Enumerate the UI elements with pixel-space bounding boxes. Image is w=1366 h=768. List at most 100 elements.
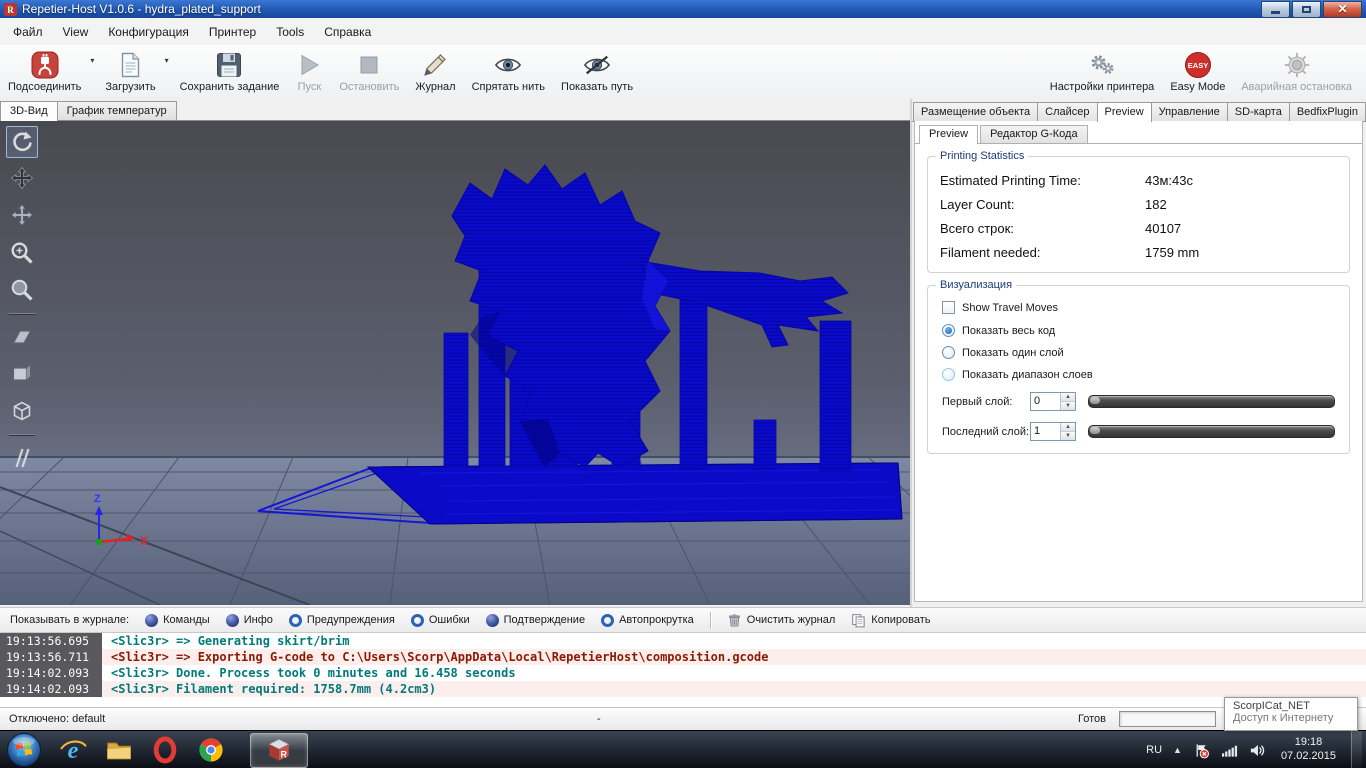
network-tooltip: ScorpICat_NET Доступ к Интернету — [1224, 697, 1358, 731]
zoom-button[interactable] — [6, 237, 38, 269]
visualization-group: Визуализация Show Travel Moves Показать … — [927, 285, 1350, 454]
log-toggle-1[interactable]: Инфо — [226, 614, 273, 627]
spin-down-icon[interactable]: ▼ — [1061, 402, 1075, 410]
last-layer-slider[interactable] — [1088, 425, 1335, 438]
maximize-button[interactable] — [1292, 1, 1321, 18]
taskbar: e R RU ▲ 19:18 07.02.2015 — [0, 730, 1366, 768]
show-travel-moves-row[interactable]: Show Travel Moves — [942, 301, 1339, 314]
right-tab-3[interactable]: Управление — [1151, 102, 1228, 121]
menu-item-4[interactable]: Tools — [266, 20, 314, 44]
title-bar[interactable]: R Repetier-Host V1.0.6 - hydra_plated_su… — [0, 0, 1366, 18]
right-tab-5[interactable]: BedfixPlugin — [1289, 102, 1366, 121]
radio-button[interactable] — [942, 324, 955, 337]
rotate-view-button[interactable] — [6, 126, 38, 158]
radio-option-1[interactable]: Показать один слой — [942, 346, 1339, 359]
action-center-flag-icon[interactable] — [1193, 742, 1210, 759]
taskbar-internet-explorer[interactable]: e — [50, 731, 96, 768]
radio-option-0[interactable]: Показать весь код — [942, 324, 1339, 337]
iso-face-button[interactable] — [6, 321, 38, 353]
menu-item-2[interactable]: Конфигурация — [98, 20, 199, 44]
network-tray-icon[interactable] — [1221, 742, 1238, 759]
first-layer-spinner[interactable]: 0 ▲▼ — [1030, 392, 1076, 411]
menu-item-5[interactable]: Справка — [314, 20, 381, 44]
copy-log-button[interactable]: Копировать — [851, 613, 930, 628]
radio-button[interactable] — [942, 346, 955, 359]
taskbar-opera[interactable] — [142, 731, 188, 768]
log-toggle-4[interactable]: Подтверждение — [486, 614, 585, 627]
move-viewpoint-button[interactable] — [6, 200, 38, 232]
clear-log-label: Очистить журнал — [747, 614, 836, 626]
last-layer-spinner[interactable]: 1 ▲▼ — [1030, 422, 1076, 441]
close-button[interactable]: ✕ — [1323, 1, 1362, 18]
taskbar-chrome[interactable] — [188, 731, 234, 768]
toolbar-stop-button: Остановить — [331, 45, 407, 99]
checkbox-label: Show Travel Moves — [962, 302, 1058, 314]
taskbar-repetier-host[interactable]: R — [250, 733, 308, 768]
spin-down-icon[interactable]: ▼ — [1061, 432, 1075, 440]
log-toggle-0[interactable]: Команды — [145, 614, 210, 627]
clear-log-button[interactable]: Очистить журнал — [727, 613, 836, 628]
toolbar-eye-slash-button[interactable]: Показать путь — [553, 45, 641, 99]
menu-item-0[interactable]: Файл — [3, 20, 53, 44]
start-button[interactable] — [6, 732, 42, 768]
perspective-cube-button[interactable] — [6, 395, 38, 427]
spin-up-icon[interactable]: ▲ — [1061, 423, 1075, 432]
right-tab-4[interactable]: SD-карта — [1227, 102, 1290, 121]
front-face-button[interactable] — [6, 358, 38, 390]
toggle-label: Подтверждение — [504, 614, 585, 626]
volume-tray-icon[interactable] — [1249, 742, 1266, 759]
status-bar: Отключено: default - Готов — [0, 707, 1366, 730]
show-desktop-button[interactable] — [1351, 731, 1362, 768]
toggle-label: Инфо — [244, 614, 273, 626]
stat-label: Всего строк: — [940, 221, 1145, 236]
menu-item-1[interactable]: View — [53, 20, 99, 44]
toolbar-load-document-button[interactable]: ▾Загрузить — [97, 45, 171, 99]
view-tab-0[interactable]: 3D-Вид — [0, 101, 58, 121]
toolbar-easy-badge-button[interactable]: EASYEasy Mode — [1162, 45, 1233, 99]
right-tab-2[interactable]: Preview — [1097, 102, 1152, 122]
window-title: Repetier-Host V1.0.6 - hydra_plated_supp… — [22, 2, 261, 16]
menu-item-3[interactable]: Принтер — [199, 20, 266, 44]
first-layer-slider[interactable] — [1088, 395, 1335, 408]
first-layer-value[interactable]: 0 — [1031, 393, 1060, 410]
language-indicator[interactable]: RU — [1146, 744, 1162, 756]
log-output[interactable]: 19:13:56.695<Slic3r> => Generating skirt… — [0, 633, 1366, 707]
taskbar-clock[interactable]: 19:18 07.02.2015 — [1277, 736, 1340, 764]
taskbar-explorer-folder[interactable] — [96, 731, 142, 768]
slider-handle[interactable] — [1090, 427, 1100, 434]
preview-tab-0[interactable]: Preview — [919, 125, 978, 144]
minimize-button[interactable] — [1261, 1, 1290, 18]
toolbar-pencil-button[interactable]: Журнал — [407, 45, 463, 99]
right-tab-0[interactable]: Размещение объекта — [913, 102, 1038, 121]
first-layer-row: Первый слой: 0 ▲▼ — [942, 392, 1339, 411]
toolbar-eye-button[interactable]: Спрятать нить — [464, 45, 553, 99]
toolbar-button-label: Подсоединить — [8, 81, 81, 93]
right-tab-1[interactable]: Слайсер — [1037, 102, 1097, 121]
3d-scene[interactable]: Z X — [0, 121, 910, 605]
toolbar-save-floppy-button[interactable]: Сохранить задание — [172, 45, 288, 99]
zoom-fit-button[interactable] — [6, 274, 38, 306]
eye-slash-icon — [583, 51, 611, 79]
log-message: <Slic3r> => Generating skirt/brim — [102, 634, 349, 648]
dropdown-arrow-icon[interactable]: ▾ — [165, 56, 169, 65]
toolbar-button-label: Настройки принтера — [1050, 81, 1155, 93]
radio-button[interactable] — [942, 368, 955, 381]
last-layer-value[interactable]: 1 — [1031, 423, 1060, 440]
parallel-projection-button[interactable] — [6, 442, 38, 474]
dropdown-arrow-icon[interactable]: ▾ — [90, 56, 94, 65]
3d-viewport[interactable]: Z X — [0, 121, 910, 605]
log-toggle-3[interactable]: Ошибки — [411, 614, 470, 627]
move-object-button[interactable] — [6, 163, 38, 195]
toolbar-gears-button[interactable]: Настройки принтера — [1042, 45, 1163, 99]
spin-up-icon[interactable]: ▲ — [1061, 393, 1075, 402]
show-travel-moves-checkbox[interactable] — [942, 301, 955, 314]
stat-label: Estimated Printing Time: — [940, 173, 1145, 188]
preview-tab-1[interactable]: Редактор G-Кода — [980, 125, 1087, 143]
view-tab-1[interactable]: График температур — [57, 101, 177, 120]
toolbar-usb-connect-button[interactable]: ▾ Подсоединить — [0, 45, 97, 99]
log-toggle-2[interactable]: Предупреждения — [289, 614, 395, 627]
tray-expand-icon[interactable]: ▲ — [1173, 745, 1182, 755]
slider-handle[interactable] — [1090, 397, 1100, 404]
radio-option-2[interactable]: Показать диапазон слоев — [942, 368, 1339, 381]
log-toggle-5[interactable]: Автопрокрутка — [601, 614, 694, 627]
